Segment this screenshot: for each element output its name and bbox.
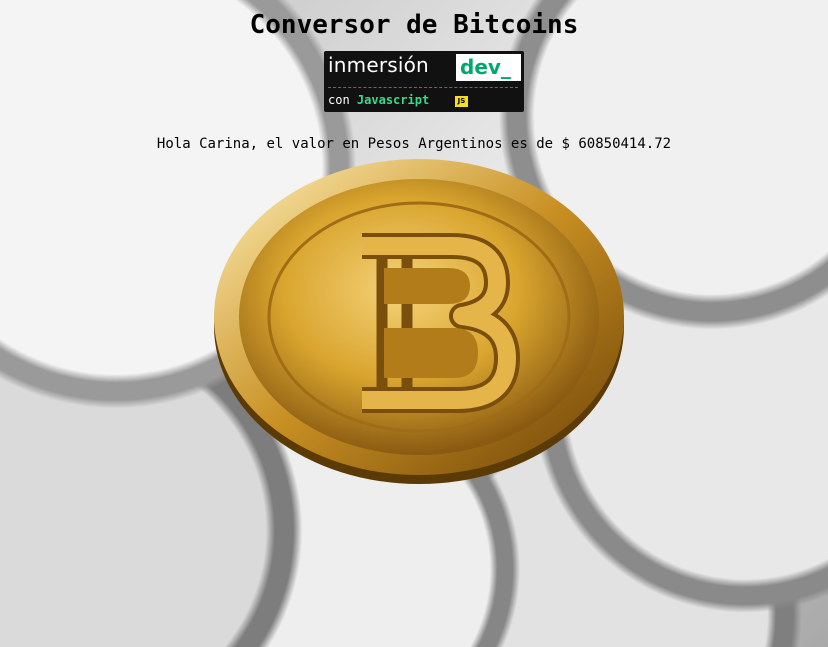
logo-word: inmersión (328, 53, 429, 77)
logo-dev-label: dev_ (456, 54, 521, 81)
page-title: Conversor de Bitcoins (249, 10, 579, 40)
logo-language-label: Javascript (356, 93, 430, 107)
js-badge-icon: JS (455, 96, 468, 107)
conversion-result-text: Hola Carina, el valor en Pesos Argentino… (156, 136, 672, 152)
logo-con-label: con (328, 93, 350, 107)
logo-divider (328, 87, 518, 89)
bitcoin-coin-image (214, 159, 624, 484)
inmersion-dev-logo: inmersión dev_ con Javascript JS (324, 51, 524, 112)
logo-subtitle: con Javascript (328, 93, 429, 107)
page: Conversor de Bitcoins inmersión dev_ con… (0, 0, 828, 647)
